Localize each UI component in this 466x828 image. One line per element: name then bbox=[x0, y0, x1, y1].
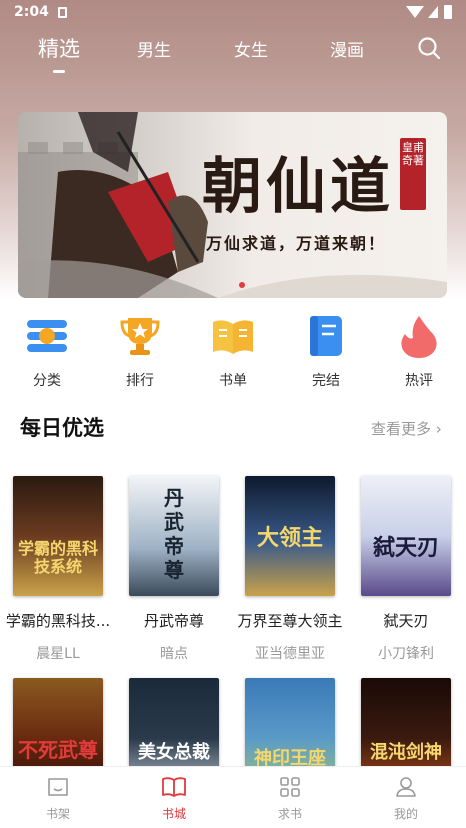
nav-bookstore[interactable]: 书城 bbox=[116, 767, 232, 822]
book-card[interactable]: 弑天刃 弑天刃 小刀锋利 bbox=[350, 476, 462, 663]
section-title: 每日优选 bbox=[20, 416, 104, 440]
category-classify[interactable]: 分类 bbox=[7, 308, 87, 390]
book-author: 亚当德里亚 bbox=[255, 646, 325, 662]
tab-comics[interactable]: 漫画 bbox=[312, 36, 382, 61]
category-label: 分类 bbox=[33, 373, 61, 389]
category-label: 排行 bbox=[126, 373, 154, 389]
book-card[interactable]: 丹武帝尊 丹武帝尊 暗点 bbox=[118, 476, 230, 663]
top-tab-bar: 精选 男生 女生 漫画 bbox=[0, 30, 466, 76]
nav-label: 书架 bbox=[45, 807, 70, 821]
cover-title: 学霸的黑科技系统 bbox=[17, 539, 98, 576]
chevron-right-icon: › bbox=[435, 420, 442, 438]
nav-label: 我的 bbox=[393, 807, 418, 821]
search-icon[interactable] bbox=[417, 36, 441, 60]
book-cover: 丹武帝尊 bbox=[129, 476, 219, 596]
banner-title: 朝仙道 bbox=[202, 152, 394, 222]
category-ranking[interactable]: 排行 bbox=[100, 308, 180, 390]
banner-page-dot[interactable] bbox=[239, 282, 245, 288]
nav-profile[interactable]: 我的 bbox=[348, 767, 464, 822]
tab-featured[interactable]: 精选 bbox=[24, 33, 94, 63]
book-title: 丹武帝尊 bbox=[143, 612, 204, 630]
promo-banner[interactable]: 朝仙道 万仙求道，万道来朝！ 皇甫奇著 bbox=[18, 112, 447, 298]
cover-title: 丹武帝尊 bbox=[164, 486, 184, 582]
see-more-label: 查看更多 bbox=[371, 420, 432, 438]
banner-author-seal: 皇甫奇著 bbox=[400, 138, 426, 210]
category-booklist[interactable]: 书单 bbox=[193, 308, 273, 390]
book-author: 晨星LL bbox=[36, 646, 80, 662]
book-card[interactable]: 学霸的黑科技系统 学霸的黑科技... 晨星LL bbox=[2, 476, 114, 663]
active-tab-indicator bbox=[53, 70, 65, 73]
category-completed[interactable]: 完结 bbox=[286, 308, 366, 390]
book-author: 暗点 bbox=[160, 646, 188, 662]
category-label: 完结 bbox=[312, 373, 340, 389]
trophy-icon bbox=[120, 318, 160, 355]
book-title: 学霸的黑科技... bbox=[5, 612, 111, 630]
book-cover: 大领主 bbox=[245, 476, 335, 596]
grid-icon bbox=[280, 777, 300, 797]
status-time: 2:04 bbox=[14, 4, 49, 20]
see-more-link[interactable]: 查看更多 › bbox=[371, 418, 442, 439]
nav-label: 书城 bbox=[161, 807, 186, 821]
bookshelf-icon bbox=[48, 778, 68, 796]
category-label: 书单 bbox=[219, 373, 247, 389]
book-author: 小刀锋利 bbox=[378, 646, 434, 662]
book-cover: 学霸的黑科技系统 bbox=[13, 476, 103, 596]
tab-female[interactable]: 女生 bbox=[216, 36, 286, 61]
signal-icon bbox=[428, 6, 438, 18]
cover-title: 不死武尊 bbox=[18, 738, 98, 762]
banner-subtitle: 万仙求道，万道来朝！ bbox=[206, 234, 387, 253]
book-title: 弑天刃 bbox=[383, 612, 429, 630]
bottom-navigation: 书架 书城 求书 我的 bbox=[0, 766, 466, 828]
status-bar: 2:04 bbox=[0, 0, 466, 26]
open-book-icon bbox=[213, 320, 253, 354]
book-cover: 弑天刃 bbox=[361, 476, 451, 596]
category-hot-reviews[interactable]: 热评 bbox=[379, 308, 459, 390]
cover-title: 大领主 bbox=[256, 525, 323, 551]
cover-title: 混沌剑神 bbox=[370, 742, 442, 763]
battery-icon bbox=[444, 5, 452, 19]
book-icon bbox=[162, 777, 186, 797]
list-icon bbox=[27, 320, 67, 352]
flame-icon bbox=[401, 316, 437, 358]
nav-bookshelf[interactable]: 书架 bbox=[0, 767, 116, 822]
category-label: 热评 bbox=[405, 373, 433, 389]
tab-male[interactable]: 男生 bbox=[119, 36, 189, 61]
sim-card-icon bbox=[58, 7, 67, 18]
book-title: 万界至尊大领主 bbox=[237, 612, 343, 630]
cover-title: 弑天刃 bbox=[372, 535, 439, 561]
cover-title: 美女总裁 bbox=[138, 742, 210, 763]
user-icon bbox=[396, 777, 416, 797]
category-row: 分类 排行 书单 完结 热评 bbox=[0, 308, 466, 390]
wifi-icon bbox=[406, 6, 424, 18]
nav-request-book[interactable]: 求书 bbox=[232, 767, 348, 822]
nav-label: 求书 bbox=[277, 807, 302, 821]
book-card[interactable]: 大领主 万界至尊大领主 亚当德里亚 bbox=[234, 476, 346, 663]
notebook-icon bbox=[310, 316, 342, 356]
